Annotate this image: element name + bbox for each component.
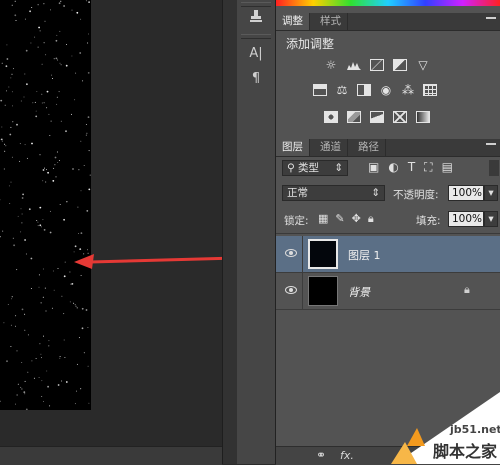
- filter-kind-select[interactable]: ⚲ 类型 ⇕: [282, 160, 348, 176]
- starfield-image: [0, 0, 91, 410]
- collapsed-panel-strip: A| ¶: [237, 0, 276, 464]
- row-separator: [302, 273, 303, 309]
- color-balance-icon[interactable]: ⚖: [334, 83, 350, 97]
- brightness-icon[interactable]: ☼: [323, 58, 339, 72]
- filter-toggle[interactable]: [489, 160, 499, 176]
- watermark-site: 脚本之家: [433, 442, 498, 461]
- updown-arrow-icon: ⇕: [334, 162, 343, 174]
- lock-all-icon[interactable]: 🔒︎: [368, 212, 374, 226]
- lock-position-move-icon[interactable]: ✥: [352, 212, 361, 226]
- fill-field[interactable]: 100%: [448, 211, 484, 227]
- adjustments-tabbar: 调整 样式: [276, 13, 500, 31]
- type-filter-icon[interactable]: T: [408, 160, 415, 175]
- lock-pixels-brush-icon[interactable]: ✎: [335, 212, 344, 226]
- document-canvas-starfield[interactable]: [0, 0, 91, 410]
- invert-icon[interactable]: [323, 110, 339, 124]
- layer-thumbnail: [308, 276, 338, 306]
- lock-label: 锁定:: [284, 215, 309, 227]
- lock-icons: ▦ ✎ ✥ 🔒︎: [318, 212, 374, 226]
- lock-icon: 🔒︎: [464, 283, 470, 296]
- canvas-workspace[interactable]: [0, 0, 222, 465]
- layer-name[interactable]: 图层 1: [348, 247, 381, 263]
- layers-tabbar: 图层 通道 路径: [276, 139, 500, 157]
- opacity-dropdown-arrow[interactable]: ▾: [484, 185, 498, 201]
- black-white-icon[interactable]: [356, 83, 372, 97]
- blend-mode-select[interactable]: 正常 ⇕: [282, 185, 385, 201]
- adjustments-heading: 添加调整: [286, 37, 335, 51]
- adjustment-row-1: ☼ ▽: [323, 58, 431, 72]
- row-separator: [302, 236, 303, 272]
- panel-divider[interactable]: [222, 0, 238, 464]
- lock-transparent-icon[interactable]: ▦: [318, 212, 328, 226]
- curves-icon[interactable]: [369, 58, 385, 72]
- vibrance-icon[interactable]: ▽: [415, 58, 431, 72]
- adjustment-row-3: [323, 110, 431, 124]
- visibility-eye-icon[interactable]: [285, 286, 297, 294]
- adjustment-row-2: ⚖ ◉ ⁂: [312, 83, 438, 97]
- shape-filter-icon[interactable]: ⛶: [424, 160, 432, 175]
- photo-filter-icon[interactable]: ◉: [378, 83, 394, 97]
- pixel-filter-icon[interactable]: ▣: [368, 160, 379, 175]
- layer-name[interactable]: 背景: [348, 284, 370, 300]
- opacity-field[interactable]: 100%: [448, 185, 484, 201]
- paragraph-icon[interactable]: ¶: [245, 68, 267, 88]
- tab-channels[interactable]: 通道: [314, 139, 348, 156]
- hue-icon[interactable]: [312, 83, 328, 97]
- tab-layers[interactable]: 图层: [276, 139, 310, 156]
- strip-grip[interactable]: [241, 34, 271, 39]
- channel-mixer-icon[interactable]: ⁂: [400, 83, 416, 97]
- fill-dropdown-arrow[interactable]: ▾: [484, 211, 498, 227]
- layer-filter-icons: ▣ ◐ T ⛶ ▤: [368, 160, 453, 175]
- color-swatches-strip[interactable]: [276, 0, 500, 6]
- visibility-eye-icon[interactable]: [285, 249, 297, 257]
- gradient-map-icon[interactable]: [415, 110, 431, 124]
- layer-thumbnail: [308, 239, 338, 269]
- stamp-icon[interactable]: [245, 6, 267, 26]
- site-watermark: jb51.net 脚本之家: [355, 392, 500, 464]
- posterize-icon[interactable]: [346, 110, 362, 124]
- updown-arrow-icon: ⇕: [371, 187, 380, 199]
- levels-icon[interactable]: [346, 58, 362, 72]
- watermark-url: jb51.net: [450, 423, 500, 436]
- layers-panel-menu-icon[interactable]: [486, 143, 496, 153]
- exposure-icon[interactable]: [392, 58, 408, 72]
- character-icon[interactable]: A|: [245, 43, 267, 63]
- fx-icon[interactable]: fx.: [340, 449, 354, 462]
- color-lookup-icon[interactable]: [422, 83, 438, 97]
- horizontal-scrollbar[interactable]: [0, 446, 222, 465]
- layer-row-1[interactable]: 图层 1: [276, 236, 500, 273]
- opacity-label: 不透明度:: [393, 189, 439, 201]
- layers-divider: [276, 233, 500, 234]
- tab-paths[interactable]: 路径: [352, 139, 386, 156]
- smart-object-filter-icon[interactable]: ▤: [442, 160, 453, 175]
- layer-row-background[interactable]: 背景 🔒︎: [276, 273, 500, 310]
- tab-styles[interactable]: 样式: [314, 13, 348, 30]
- threshold-icon[interactable]: [369, 110, 385, 124]
- search-icon: ⚲: [287, 162, 295, 174]
- selective-color-icon[interactable]: [392, 110, 408, 124]
- tab-adjustments[interactable]: 调整: [276, 13, 310, 30]
- fill-label: 填充:: [416, 215, 441, 227]
- panel-menu-icon[interactable]: [486, 17, 496, 27]
- link-layers-icon[interactable]: ⚭: [316, 448, 326, 462]
- adjustment-filter-icon[interactable]: ◐: [388, 160, 398, 175]
